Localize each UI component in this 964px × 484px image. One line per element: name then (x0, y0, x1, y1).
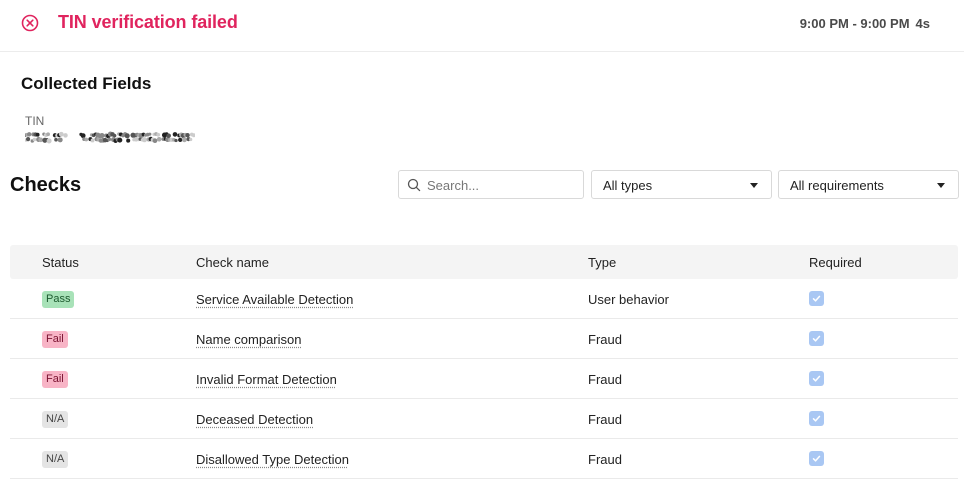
status-badge: Pass (42, 291, 75, 308)
column-header-required[interactable]: Required (809, 255, 862, 270)
result-header: TIN verification failed 9:00 PM - 9:00 P… (0, 0, 964, 52)
check-type: Fraud (588, 372, 622, 387)
caret-down-icon (750, 183, 758, 188)
search-box[interactable] (398, 170, 584, 199)
check-type: Fraud (588, 412, 622, 427)
checkmark-icon (812, 375, 821, 382)
check-name-link[interactable]: Name comparison (196, 332, 302, 347)
search-icon (407, 178, 421, 192)
time-range-text: 9:00 PM - 9:00 PM (799, 16, 910, 31)
required-checkbox[interactable] (809, 291, 824, 306)
status-badge: Fail (42, 331, 68, 348)
check-type: User behavior (588, 292, 669, 307)
duration-text: 4s (915, 16, 930, 31)
status-badge: Fail (42, 371, 68, 388)
checks-table: Status Check name Type Required Pass Ser… (10, 245, 958, 479)
requirement-filter-select[interactable]: All requirements (778, 170, 959, 199)
tin-field-label: TIN (25, 114, 45, 128)
caret-down-icon (937, 183, 945, 188)
type-filter-select[interactable]: All types (591, 170, 772, 199)
status-badge: N/A (42, 411, 69, 428)
required-checkbox[interactable] (809, 411, 824, 426)
table-row: Fail Name comparison Fraud (10, 319, 958, 359)
table-row: N/A Disallowed Type Detection Fraud (10, 439, 958, 479)
check-name-link[interactable]: Disallowed Type Detection (196, 452, 349, 467)
check-name-link[interactable]: Deceased Detection (196, 412, 313, 427)
column-header-status[interactable]: Status (42, 255, 79, 270)
page-title: TIN verification failed (58, 12, 238, 32)
required-checkbox[interactable] (809, 371, 824, 386)
checkmark-icon (812, 335, 821, 342)
table-header: Status Check name Type Required (10, 245, 958, 279)
close-circle-icon (21, 14, 39, 32)
table-row: Pass Service Available Detection User be… (10, 279, 958, 319)
collected-fields-title: Collected Fields (21, 74, 152, 93)
checks-title: Checks (10, 174, 82, 196)
checkmark-icon (812, 415, 821, 422)
check-name-link[interactable]: Service Available Detection (196, 292, 353, 307)
time-range: 9:00 PM - 9:00 PM 4s (800, 16, 930, 31)
required-checkbox[interactable] (809, 451, 824, 466)
column-header-check-name[interactable]: Check name (196, 255, 269, 270)
table-row: Fail Invalid Format Detection Fraud (10, 359, 958, 399)
requirement-filter-value: All requirements (790, 178, 884, 193)
status-badge: N/A (42, 451, 69, 468)
check-type: Fraud (588, 332, 622, 347)
column-header-type[interactable]: Type (588, 255, 616, 270)
required-checkbox[interactable] (809, 331, 824, 346)
table-row: N/A Deceased Detection Fraud (10, 399, 958, 439)
check-type: Fraud (588, 452, 622, 467)
check-name-link[interactable]: Invalid Format Detection (196, 372, 337, 387)
checkmark-icon (812, 455, 821, 462)
masked-tin-value (25, 131, 195, 144)
checkmark-icon (812, 295, 821, 302)
search-input[interactable] (427, 175, 577, 195)
type-filter-value: All types (603, 178, 653, 193)
